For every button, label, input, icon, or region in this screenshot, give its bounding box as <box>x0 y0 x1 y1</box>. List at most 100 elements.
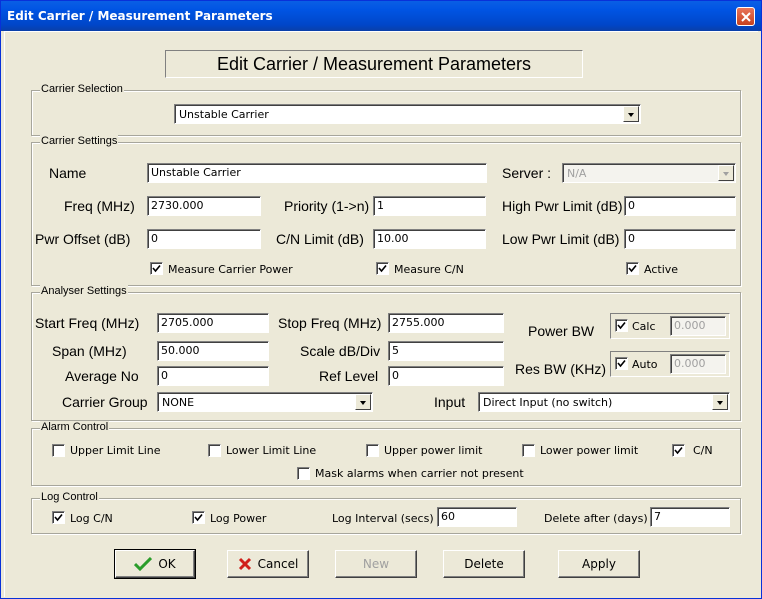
apply-button-label: Apply <box>582 557 616 571</box>
x-icon <box>238 557 251 571</box>
pwr-offset-field[interactable]: 0 <box>147 229 261 249</box>
input-select[interactable]: Direct Input (no switch) <box>478 392 730 412</box>
log-interval-field[interactable]: 60 <box>437 507 517 527</box>
ok-button-label: OK <box>158 557 176 571</box>
log-cn-checkbox[interactable] <box>52 511 65 524</box>
active-label: Active <box>644 263 679 276</box>
delete-after-field[interactable]: 7 <box>650 507 730 527</box>
carrier-select[interactable]: Unstable Carrier <box>174 104 641 124</box>
close-button[interactable] <box>736 7 755 26</box>
server-select[interactable]: N/A <box>562 163 736 183</box>
name-label: Name <box>49 165 87 181</box>
mask-alarms-checkbox[interactable] <box>297 467 310 480</box>
chevron-down-icon[interactable] <box>355 394 371 410</box>
calc-checkbox[interactable] <box>615 319 628 332</box>
analyser-settings-group: Analyser Settings Start Freq (MHz) 2705.… <box>31 285 741 421</box>
title-bar[interactable]: Edit Carrier / Measurement Parameters <box>1 1 761 31</box>
average-field[interactable]: 0 <box>157 366 269 386</box>
stop-freq-field[interactable]: 2755.000 <box>388 313 504 333</box>
carrier-group-label: Carrier Group <box>62 394 148 410</box>
upper-power-limit-label: Upper power limit <box>384 444 483 457</box>
group-title: Carrier Settings <box>40 135 119 147</box>
span-field[interactable]: 50.000 <box>157 341 269 361</box>
check-icon <box>674 446 683 455</box>
carrier-select-value: Unstable Carrier <box>179 108 269 121</box>
scale-field[interactable]: 5 <box>388 341 504 361</box>
priority-field[interactable]: 1 <box>373 196 486 216</box>
delete-button[interactable]: Delete <box>443 550 525 578</box>
low-pwr-limit-label: Low Pwr Limit (dB) <box>502 231 620 247</box>
server-select-value: N/A <box>567 167 587 180</box>
cn-alarm-label: C/N <box>693 444 713 457</box>
measure-power-label: Measure Carrier Power <box>168 263 293 276</box>
page-title: Edit Carrier / Measurement Parameters <box>165 50 583 78</box>
check-icon <box>628 264 637 273</box>
name-field[interactable]: Unstable Carrier <box>147 163 487 183</box>
carrier-settings-group: Carrier Settings Name Unstable Carrier S… <box>31 135 741 286</box>
freq-field[interactable]: 2730.000 <box>147 196 261 216</box>
chevron-down-icon[interactable] <box>623 106 639 122</box>
upper-limit-line-checkbox[interactable] <box>52 444 65 457</box>
mask-alarms-label: Mask alarms when carrier not present <box>315 467 524 480</box>
chevron-down-icon[interactable] <box>712 394 728 410</box>
cancel-button-label: Cancel <box>257 557 299 571</box>
checkmark-icon <box>134 557 153 571</box>
cn-limit-field[interactable]: 10.00 <box>373 229 486 249</box>
upper-limit-line-label: Upper Limit Line <box>70 444 161 457</box>
ref-level-label: Ref Level <box>319 368 379 384</box>
alarm-control-group: Alarm Control Upper Limit Line Lower Lim… <box>31 421 741 486</box>
check-icon <box>152 264 161 273</box>
measure-power-checkbox[interactable] <box>150 262 163 275</box>
cancel-button[interactable]: Cancel <box>227 550 309 578</box>
scale-label: Scale dB/Div <box>300 343 381 359</box>
log-power-checkbox[interactable] <box>192 511 205 524</box>
upper-power-limit-checkbox[interactable] <box>366 444 379 457</box>
input-label: Input <box>434 394 466 410</box>
active-checkbox[interactable] <box>626 262 639 275</box>
close-icon <box>741 12 751 22</box>
auto-checkbox[interactable] <box>615 357 628 370</box>
log-control-group: Log Control Log C/N Log Power Log Interv… <box>31 491 741 534</box>
cn-limit-label: C/N Limit (dB) <box>276 231 364 247</box>
priority-label: Priority (1->n) <box>284 198 370 214</box>
log-power-label: Log Power <box>210 512 267 525</box>
high-pwr-limit-label: High Pwr Limit (dB) <box>502 198 623 214</box>
input-value: Direct Input (no switch) <box>483 396 613 409</box>
check-icon <box>54 513 63 522</box>
average-label: Average No <box>65 368 139 384</box>
lower-limit-line-checkbox[interactable] <box>208 444 221 457</box>
group-title: Analyser Settings <box>40 285 128 297</box>
group-title: Log Control <box>40 491 99 503</box>
lower-power-limit-checkbox[interactable] <box>522 444 535 457</box>
res-bw-box: Auto 0.000 <box>610 351 730 377</box>
pwr-offset-label: Pwr Offset (dB) <box>35 231 131 247</box>
power-bw-field[interactable]: 0.000 <box>670 316 726 336</box>
start-freq-field[interactable]: 2705.000 <box>157 313 269 333</box>
delete-after-label: Delete after (days) <box>544 512 648 525</box>
ref-level-field[interactable]: 0 <box>388 366 504 386</box>
span-label: Span (MHz) <box>52 343 127 359</box>
cn-alarm-checkbox[interactable] <box>672 444 685 457</box>
carrier-group-select[interactable]: NONE <box>157 392 373 412</box>
check-icon <box>617 359 626 368</box>
window-title: Edit Carrier / Measurement Parameters <box>7 9 273 23</box>
chevron-down-icon[interactable] <box>718 165 734 181</box>
check-icon <box>194 513 203 522</box>
calc-label: Calc <box>632 320 656 333</box>
stop-freq-label: Stop Freq (MHz) <box>278 315 382 331</box>
apply-button[interactable]: Apply <box>558 550 640 578</box>
new-button[interactable]: New <box>335 550 417 578</box>
new-button-label: New <box>362 557 390 571</box>
low-pwr-limit-field[interactable]: 0 <box>624 229 736 249</box>
power-bw-box: Calc 0.000 <box>610 313 730 339</box>
res-bw-field[interactable]: 0.000 <box>670 354 726 374</box>
lower-power-limit-label: Lower power limit <box>540 444 639 457</box>
ok-button[interactable]: OK <box>114 549 196 579</box>
server-label: Server : <box>502 165 552 181</box>
delete-button-label: Delete <box>464 557 504 571</box>
auto-label: Auto <box>632 358 658 371</box>
high-pwr-limit-field[interactable]: 0 <box>624 196 736 216</box>
log-interval-label: Log Interval (secs) <box>332 512 434 525</box>
measure-cn-checkbox[interactable] <box>376 262 389 275</box>
start-freq-label: Start Freq (MHz) <box>35 315 140 331</box>
